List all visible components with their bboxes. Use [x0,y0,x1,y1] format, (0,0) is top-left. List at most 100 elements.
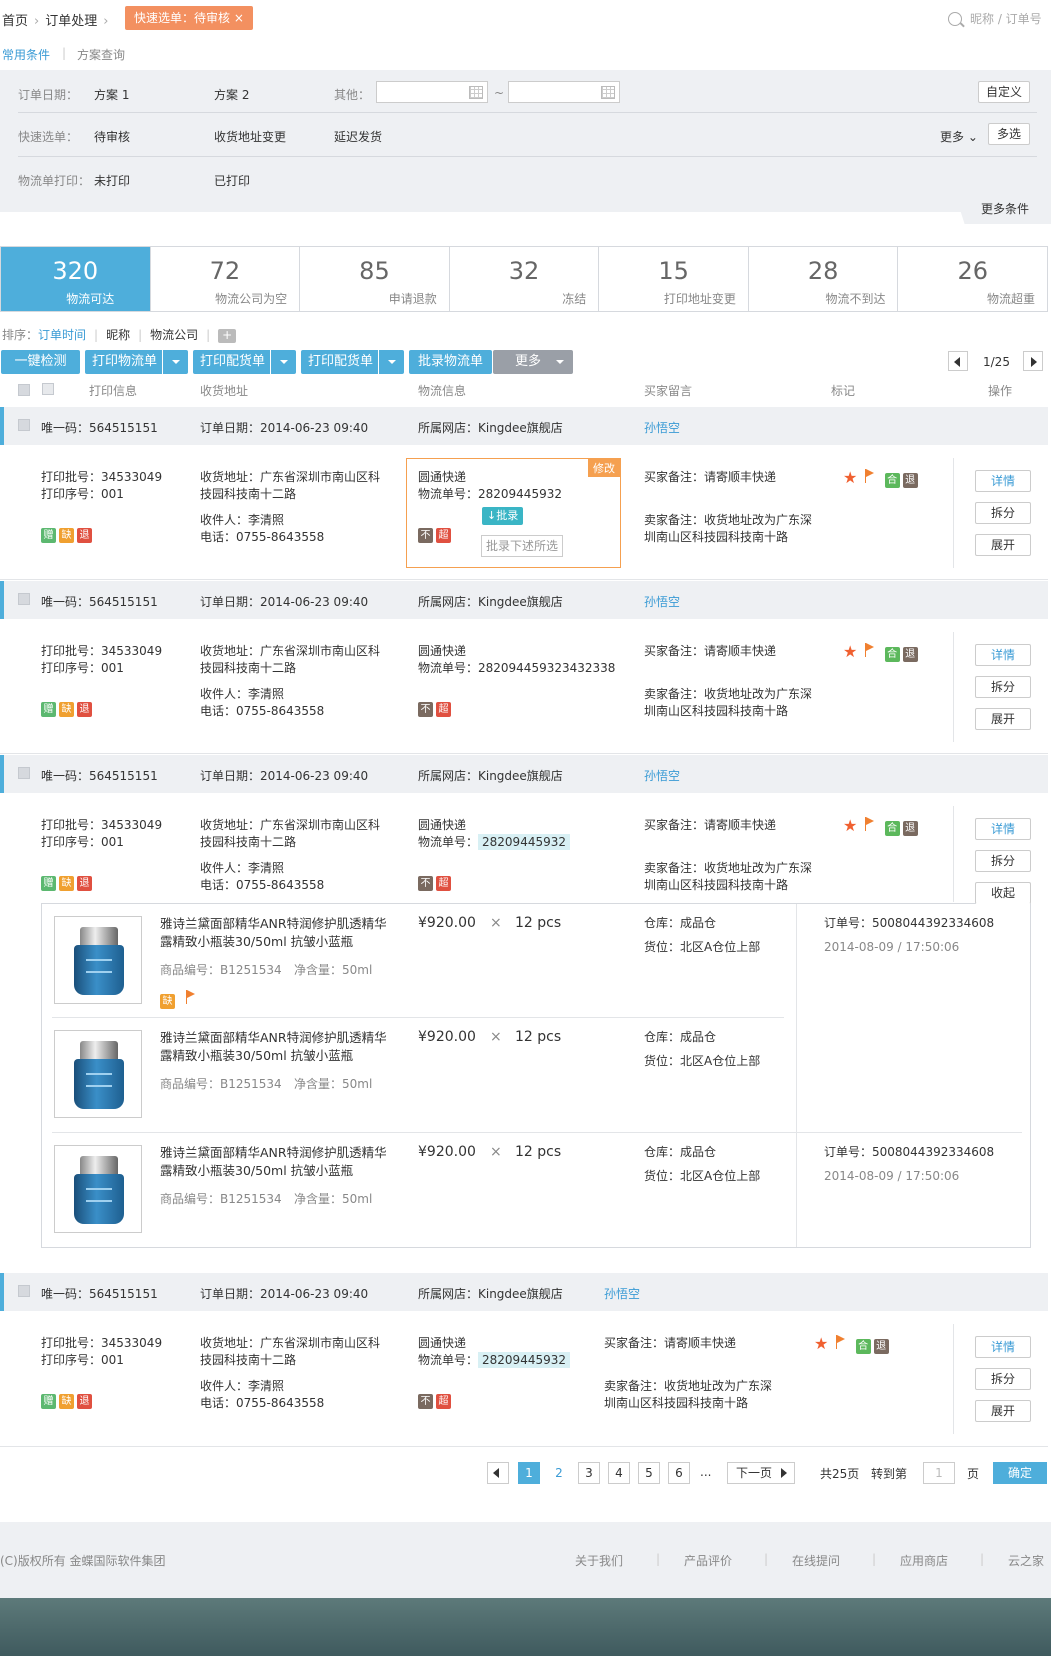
stat-refund[interactable]: 85 申请退款 [300,247,450,311]
add-sort-button[interactable]: + [218,329,237,343]
flag-icon[interactable] [864,643,877,657]
order-date-scheme-1[interactable]: 方案 1 [94,86,129,103]
flag-icon[interactable] [864,469,877,483]
batch-record-button[interactable]: ↓批录 [482,507,524,525]
star-icon[interactable]: ★ [814,1334,828,1353]
buyer-name[interactable]: 孙悟空 [604,1285,640,1302]
split-button[interactable]: 拆分 [975,676,1031,698]
detail-button[interactable]: 详情 [975,818,1031,840]
product-name-2[interactable]: 露精致小瓶装30/50ml 抗皱小蓝瓶 [160,933,353,950]
custom-button[interactable]: 自定义 [978,81,1030,103]
date-end-input[interactable] [508,81,620,103]
star-icon[interactable]: ★ [843,468,857,487]
page-2[interactable]: 2 [548,1462,570,1484]
page-3[interactable]: 3 [578,1462,600,1484]
crumb-home[interactable]: 首页 [2,14,28,29]
quick-pending-review[interactable]: 待审核 [94,128,130,145]
sort-by-nickname[interactable]: 昵称 [106,328,130,342]
product-image[interactable] [54,916,142,1004]
goto-page-input[interactable]: 1 [923,1462,955,1484]
print-logistics-button[interactable]: 打印物流单 [85,350,188,374]
star-icon[interactable]: ★ [843,816,857,835]
dropdown-arrow-icon[interactable] [378,350,404,374]
stat-address-changed[interactable]: 15 打印地址变更 [599,247,749,311]
search-icon[interactable] [948,12,962,26]
buyer-name[interactable]: 孙悟空 [644,419,680,436]
product-name-1[interactable]: 雅诗兰黛面部精华ANR特润修护肌透精华 [160,915,387,932]
batch-logistics-button[interactable]: 批录物流单 [409,350,492,374]
next-page-icon[interactable] [1023,351,1043,371]
sort-by-time[interactable]: 订单时间 [38,328,86,342]
footer-link-ask[interactable]: 在线提问 [792,1552,840,1569]
next-page-button[interactable]: 下一页 [727,1462,795,1484]
split-button[interactable]: 拆分 [975,1368,1031,1390]
detail-button[interactable]: 详情 [975,644,1031,666]
calendar-icon[interactable] [601,86,615,99]
page-6[interactable]: 6 [668,1462,690,1484]
order-checkbox[interactable] [18,419,30,431]
detail-button[interactable]: 详情 [975,470,1031,492]
active-filter-tag[interactable]: 快速选单：待审核 × [125,6,253,30]
confirm-button[interactable]: 确定 [993,1462,1047,1484]
calendar-icon[interactable] [469,86,483,99]
order-checkbox[interactable] [18,767,30,779]
stat-no-carrier[interactable]: 72 物流公司为空 [151,247,301,311]
star-icon[interactable]: ★ [843,642,857,661]
footer-link-store[interactable]: 应用商店 [900,1552,948,1569]
stat-frozen[interactable]: 32 冻结 [450,247,600,311]
stat-unreachable[interactable]: 28 物流不到达 [749,247,899,311]
prev-page-icon[interactable] [487,1462,509,1484]
one-click-check-button[interactable]: 一键检测 [1,350,80,374]
search-input[interactable]: 昵称 / 订单号 [970,10,1051,27]
order-checkbox[interactable] [18,1285,30,1297]
buyer-name[interactable]: 孙悟空 [644,767,680,784]
flag-icon[interactable] [864,817,877,831]
more-dropdown[interactable]: 更多 ⌄ [940,128,978,145]
page-4[interactable]: 4 [608,1462,630,1484]
product-name-1[interactable]: 雅诗兰黛面部精华ANR特润修护肌透精华 [160,1029,387,1046]
page-5[interactable]: 5 [638,1462,660,1484]
expand-button[interactable]: 展开 [975,534,1031,556]
expand-button[interactable]: 展开 [975,708,1031,730]
product-image[interactable] [54,1145,142,1233]
print-printed[interactable]: 已打印 [214,172,250,189]
more-actions-button[interactable]: 更多 [493,350,573,374]
dropdown-arrow-icon[interactable] [547,350,573,374]
multi-select-button[interactable]: 多选 [988,123,1030,145]
print-picking-button[interactable]: 打印配货单 [193,350,296,374]
sort-by-carrier[interactable]: 物流公司 [150,328,198,342]
dropdown-arrow-icon[interactable] [270,350,296,374]
product-image[interactable] [54,1030,142,1118]
product-name-2[interactable]: 露精致小瓶装30/50ml 抗皱小蓝瓶 [160,1162,353,1179]
footer-link-yunzhijia[interactable]: 云之家 [1008,1552,1044,1569]
tracking-number-highlight[interactable]: 28209445932 [478,1352,570,1368]
date-start-input[interactable] [376,81,488,103]
quick-delayed-shipping[interactable]: 延迟发货 [334,128,382,145]
product-name-2[interactable]: 露精致小瓶装30/50ml 抗皱小蓝瓶 [160,1047,353,1064]
select-all-checkbox[interactable] [18,384,30,396]
copy-icon[interactable] [42,383,54,395]
collapse-button[interactable]: 收起 [975,882,1031,904]
split-button[interactable]: 拆分 [975,850,1031,872]
expand-button[interactable]: 展开 [975,1400,1031,1422]
stat-reachable[interactable]: 320 物流可达 [1,247,151,311]
product-name-1[interactable]: 雅诗兰黛面部精华ANR特润修护肌透精华 [160,1144,387,1161]
tab-common-conditions[interactable]: 常用条件 [2,46,50,63]
order-date-scheme-2[interactable]: 方案 2 [214,86,249,103]
print-picking-button-2[interactable]: 打印配货单 [301,350,404,374]
batch-selected-input[interactable]: 批录下述所选 [481,535,564,557]
order-checkbox[interactable] [18,593,30,605]
quick-address-change[interactable]: 收货地址变更 [214,128,286,145]
footer-link-reviews[interactable]: 产品评价 [684,1552,732,1569]
edit-badge[interactable]: 修改 [588,459,620,477]
tracking-number-highlight[interactable]: 28209445932 [478,834,570,850]
print-not-printed[interactable]: 未打印 [94,172,130,189]
dropdown-arrow-icon[interactable] [162,350,188,374]
split-button[interactable]: 拆分 [975,502,1031,524]
crumb-orders[interactable]: 订单处理 [45,14,97,29]
stat-overweight[interactable]: 26 物流超重 [898,247,1047,311]
page-1[interactable]: 1 [518,1462,540,1484]
buyer-name[interactable]: 孙悟空 [644,593,680,610]
prev-page-icon[interactable] [948,351,968,371]
flag-icon[interactable] [185,990,198,1004]
